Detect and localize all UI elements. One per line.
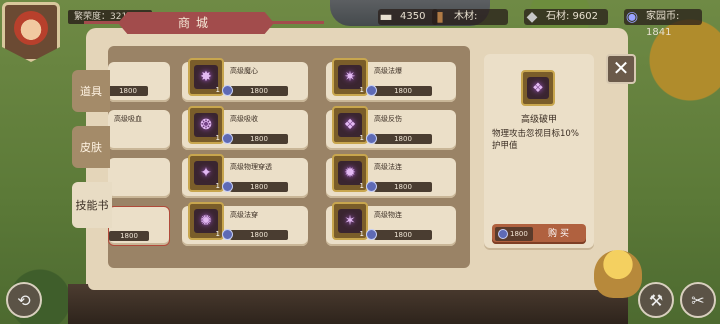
detail-description: 物理攻击忽视目标10%护甲值 [492, 129, 579, 151]
city-coin-counter: ◉ 家园币: 1841 [624, 9, 702, 38]
list-item[interactable]: 高级吸血 [108, 110, 170, 150]
list-item[interactable]: 1800 [108, 206, 170, 246]
tab-skins[interactable]: 皮肤 [72, 126, 110, 168]
buy-price-value: 1800 [510, 230, 528, 238]
city-coin-icon [366, 85, 377, 96]
coin-bag-icon[interactable] [594, 250, 642, 298]
item-name: 高级反伤 [374, 115, 402, 123]
price-tag: 1800 [230, 134, 288, 144]
skill-book-icon: ✺ 1 [188, 202, 224, 240]
skill-book-icon: ✷ 1 [332, 58, 368, 96]
close-button[interactable]: ✕ [606, 54, 636, 84]
price-tag: 1800 [108, 86, 148, 96]
skill-book-icon: ✹ 1 [332, 154, 368, 192]
stone-counter: ◆ 石材: 9602 [524, 9, 608, 25]
log-icon: ▮ [436, 9, 444, 25]
list-item[interactable]: ✸ 1 高级魔心 1800 [182, 58, 308, 102]
item-name: 高级吸血 [114, 115, 142, 123]
price-tag: 1800 [374, 230, 432, 240]
price-tag: 1800 [374, 182, 432, 192]
skill-book-icon: ✦ 1 [188, 154, 224, 192]
city-coin-icon [366, 229, 377, 240]
skill-book-icon: ❖ [521, 70, 555, 106]
tab-skill-books[interactable]: 技能书 [72, 182, 112, 228]
city-coin-icon: ◉ [625, 9, 639, 25]
city-coin-icon [222, 181, 233, 192]
list-item[interactable]: ❖ 1 高级反伤 1800 [326, 106, 456, 150]
axe-button[interactable]: ✂ [680, 282, 716, 318]
price-tag: 1800 [230, 182, 288, 192]
build-button[interactable]: ⚒ [638, 282, 674, 318]
back-button[interactable]: ⟲ [6, 282, 42, 318]
shop-title: 商城 [118, 12, 274, 34]
avatar-face [14, 11, 48, 45]
city-coin-icon [222, 85, 233, 96]
city-coin-icon [498, 229, 508, 239]
price-tag: 1800 [374, 134, 432, 144]
skill-book-icon: ✸ 1 [188, 58, 224, 96]
city-coin-icon [222, 229, 233, 240]
price-tag: 1800 [230, 86, 288, 96]
list-item[interactable]: 1800 [108, 62, 170, 102]
item-name: 高级法连 [374, 163, 402, 171]
buy-button[interactable]: 1800 购买 [492, 224, 586, 244]
city-coin-icon [366, 133, 377, 144]
item-name: 高级法爆 [374, 67, 402, 75]
back-arrow-icon: ⟲ [17, 290, 31, 310]
tab-items[interactable]: 道具 [72, 70, 110, 112]
city-coin-icon [366, 181, 377, 192]
buy-price: 1800 [495, 227, 533, 241]
buy-label: 购买 [547, 229, 572, 239]
item-name: 高级物理穿透 [230, 163, 272, 171]
gold-value: 4350 [400, 11, 426, 22]
price-tag: 1800 [374, 86, 432, 96]
list-item[interactable]: ❂ 1 高级吸收 1800 [182, 106, 308, 150]
hammer-icon: ⚒ [648, 290, 664, 310]
wood-counter: ▮ 木材: 82166 [432, 9, 508, 38]
gold-ingot-icon: ▬ [379, 9, 393, 25]
skill-book-icon: ❂ 1 [188, 106, 224, 144]
item-name: 高级魔心 [230, 67, 258, 75]
detail-item-name: 高级破甲 [520, 115, 557, 125]
stone-icon: ◆ [526, 9, 538, 25]
item-name: 高级物连 [374, 211, 402, 219]
stone-value: 石材: 9602 [546, 11, 598, 22]
list-item[interactable]: ✷ 1 高级法爆 1800 [326, 58, 456, 102]
list-item[interactable]: ✶ 1 高级物连 1800 [326, 202, 456, 246]
list-item[interactable]: ✦ 1 高级物理穿透 1800 [182, 154, 308, 198]
price-tag: 1800 [230, 230, 288, 240]
skill-book-icon: ❖ 1 [332, 106, 368, 144]
item-name: 高级吸收 [230, 115, 258, 123]
item-name: 高级法穿 [230, 211, 258, 219]
axe-icon: ✂ [691, 290, 705, 310]
bottom-bar [68, 276, 628, 324]
item-detail-panel: ❖ 高级破甲 物理攻击忽视目标10%护甲值 1800 购买 [484, 54, 594, 250]
list-item[interactable] [108, 158, 170, 198]
list-item[interactable]: ✺ 1 高级法穿 1800 [182, 202, 308, 246]
skill-book-icon: ✶ 1 [332, 202, 368, 240]
item-list[interactable]: 1800 高级吸血 1800 ✸ 1 高级魔心 1800 ❂ 1 高级吸收 1800… [108, 46, 470, 268]
city-coin-icon [222, 133, 233, 144]
price-tag: 1800 [109, 231, 149, 241]
shop-tabs: 道具 皮肤 技能书 [72, 70, 112, 242]
list-item[interactable]: ✹ 1 高级法连 1800 [326, 154, 456, 198]
panel-bottom-edge [88, 276, 608, 290]
